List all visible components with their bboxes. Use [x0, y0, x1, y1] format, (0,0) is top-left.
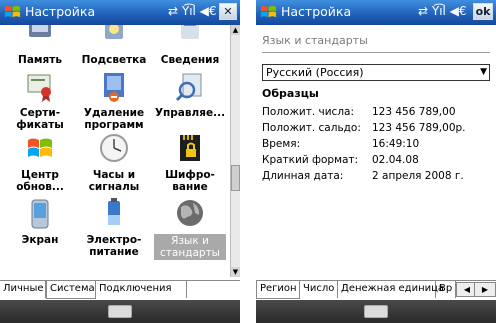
sample-row: Положит. сальдо: 123 456 789,00р.	[262, 122, 466, 134]
settings-item-label: Удаление программ	[83, 107, 145, 131]
settings-icon-grid: Память Подсветка Сведения Серти-фикаты У…	[0, 25, 230, 277]
tab-currency[interactable]: Денежная единица	[338, 281, 444, 298]
remove-programs-icon	[104, 73, 124, 102]
sample-value: 2 апреля 2008 г.	[372, 170, 464, 182]
windows-start-icon[interactable]	[3, 3, 22, 22]
locale-select[interactable]: Русский (Россия) ▼	[262, 64, 490, 81]
tab-connections[interactable]: Подключения	[96, 281, 187, 298]
managed-programs-icon	[175, 73, 202, 102]
tab-region[interactable]: Регион	[256, 281, 300, 299]
settings-item-screen[interactable]: Экран	[4, 197, 76, 246]
sample-label: Длинная дата:	[262, 170, 344, 182]
sample-value: 123 456 789,00р.	[372, 122, 466, 134]
tab-scroll-right-icon[interactable]: ▶	[474, 282, 496, 297]
scrollbar-thumb[interactable]	[231, 165, 240, 191]
tab-system[interactable]: Система	[46, 281, 96, 299]
settings-item-label: Центр обнов...	[16, 169, 64, 193]
power-icon	[108, 198, 120, 225]
settings-item-managed-programs[interactable]: Управляе...	[154, 70, 226, 119]
scroll-down-icon[interactable]: ▼	[231, 267, 240, 277]
settings-item-label: Шифро-вание	[165, 169, 215, 193]
settings-item-memory[interactable]: Память	[4, 25, 76, 66]
settings-item-regional[interactable]: Язык и стандарты	[154, 197, 226, 260]
settings-item-label: Часы и сигналы	[88, 169, 140, 193]
settings-item-label: Язык и стандарты	[154, 234, 226, 260]
settings-item-label: Сведения	[160, 54, 220, 66]
sample-value: 16:49:10	[372, 138, 420, 150]
samples-heading: Образцы	[262, 87, 319, 100]
vertical-scrollbar[interactable]: ▲ ▼	[230, 25, 240, 277]
settings-item-label: Подсветка	[81, 54, 147, 66]
tab-bar: Регион Число Денежная единица Вр ◀ ▶	[256, 280, 496, 299]
softkey-bar	[0, 300, 240, 323]
settings-item-update-center[interactable]: Центр обнов...	[4, 132, 76, 193]
page-title: Настройка	[281, 4, 352, 19]
settings-item-certificates[interactable]: Серти-фикаты	[4, 70, 76, 131]
status-icons[interactable]: ⇄ Y͡ıl ◀€	[418, 4, 467, 18]
close-button[interactable]: ✕	[219, 3, 237, 20]
sample-row: Время: 16:49:10	[262, 138, 419, 150]
settings-item-label: Электро-питание	[86, 234, 142, 258]
sample-label: Время:	[262, 138, 301, 150]
title-bar: Настройка ⇄ Y͡ıl ◀€ ok	[256, 0, 496, 25]
windows-start-icon[interactable]	[259, 3, 278, 22]
info-icon	[181, 25, 199, 39]
sample-label: Положит. числа:	[262, 106, 355, 118]
sample-row: Положит. числа: 123 456 789,00	[262, 106, 456, 118]
keyboard-icon[interactable]	[364, 305, 388, 318]
settings-item-label: Серти-фикаты	[16, 107, 64, 131]
update-center-icon	[28, 138, 52, 157]
settings-item-label: Управляе...	[154, 107, 226, 119]
screen-icon	[31, 199, 49, 229]
section-title: Язык и стандарты	[262, 34, 368, 47]
sample-value: 123 456 789,00	[372, 106, 456, 118]
settings-item-label: Экран	[21, 234, 59, 246]
sample-value: 02.04.08	[372, 154, 419, 166]
sample-label: Положит. сальдо:	[262, 122, 361, 134]
system-settings-screen: Настройка ⇄ Y͡ıl ◀€ ✕ Память Подсветка С…	[0, 0, 240, 323]
sample-row: Длинная дата: 2 апреля 2008 г.	[262, 170, 464, 182]
certificates-icon	[27, 74, 51, 102]
title-bar: Настройка ⇄ Y͡ıl ◀€ ✕	[0, 0, 240, 25]
settings-item-info[interactable]: Сведения	[154, 25, 226, 66]
backlight-icon	[105, 25, 123, 39]
sample-row: Краткий формат: 02.04.08	[262, 154, 419, 166]
regional-settings-screen: Настройка ⇄ Y͡ıl ◀€ ok Язык и стандарты …	[256, 0, 496, 323]
clock-icon	[100, 134, 128, 162]
sample-label: Краткий формат:	[262, 154, 359, 166]
tab-time[interactable]: Вр	[436, 281, 456, 298]
tab-personal[interactable]: Личные	[0, 281, 46, 298]
settings-item-backlight[interactable]: Подсветка	[78, 25, 150, 66]
memory-icon	[29, 25, 51, 37]
keyboard-icon[interactable]	[108, 305, 132, 318]
page-title: Настройка	[25, 4, 96, 19]
tab-bar: Личные Система Подключения	[0, 280, 240, 299]
softkey-bar	[256, 300, 496, 323]
settings-item-remove-programs[interactable]: Удаление программ	[78, 70, 150, 131]
regional-settings-icon	[177, 200, 203, 226]
locale-value: Русский (Россия)	[266, 66, 364, 79]
chevron-down-icon[interactable]: ▼	[480, 67, 487, 77]
divider	[262, 52, 490, 53]
settings-item-power[interactable]: Электро-питание	[78, 197, 150, 258]
scroll-up-icon[interactable]: ▲	[231, 25, 240, 35]
ok-button[interactable]: ok	[473, 3, 493, 20]
tab-number[interactable]: Число	[300, 281, 338, 298]
settings-item-encryption[interactable]: Шифро-вание	[154, 132, 226, 193]
status-icons[interactable]: ⇄ Y͡ıl ◀€	[168, 4, 217, 18]
settings-item-clock[interactable]: Часы и сигналы	[78, 132, 150, 193]
encryption-icon	[180, 135, 200, 161]
settings-item-label: Память	[18, 54, 62, 66]
